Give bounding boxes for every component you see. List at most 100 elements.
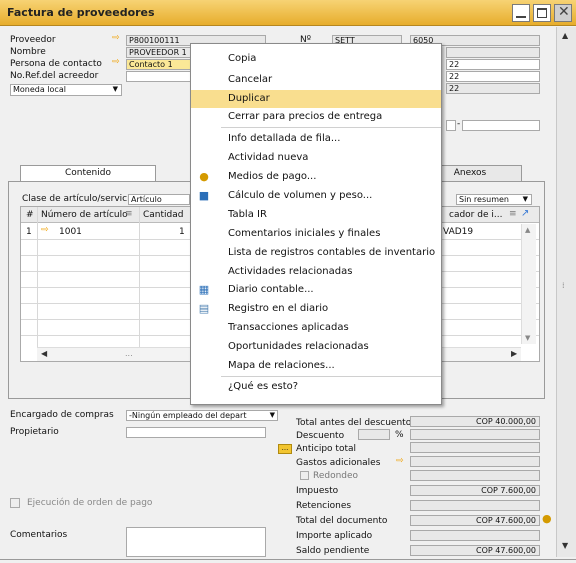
table-cell-item[interactable]: 1001	[59, 227, 82, 237]
menu-item-mapa-relaciones[interactable]: Mapa de relaciones...	[191, 357, 441, 375]
total-doc-label: Total del documento	[296, 516, 388, 526]
expand-icon[interactable]: ↗	[521, 208, 529, 219]
close-icon: ✕	[558, 4, 570, 20]
menu-item-transacciones[interactable]: Transacciones aplicadas	[191, 319, 441, 337]
date-field-2[interactable]: 22	[446, 71, 540, 82]
pct-label: %	[395, 430, 404, 440]
moneda-select[interactable]: Moneda local ▼	[10, 84, 122, 96]
table-vscrollbar[interactable]: ▲ ▼	[521, 224, 536, 344]
menu-separator	[221, 127, 441, 128]
menu-item-oportunidades[interactable]: Oportunidades relacionadas	[191, 338, 441, 356]
anticipo-label: Anticipo total	[296, 444, 356, 454]
menu-item-cancelar[interactable]: Cancelar	[191, 71, 441, 89]
tab-contenido[interactable]: Contenido	[20, 165, 156, 182]
status-field[interactable]	[446, 47, 540, 58]
coins-icon[interactable]: ●	[542, 512, 552, 525]
descuento-label: Descuento	[296, 431, 345, 441]
menu-item-cerrar-precios[interactable]: Cerrar para precios de entrega	[191, 108, 441, 126]
range-field-from[interactable]	[446, 120, 456, 131]
saldo-field[interactable]: COP 47.600,00	[410, 545, 540, 556]
gastos-link-arrow-icon[interactable]: ⇨	[396, 456, 404, 466]
minimize-icon	[516, 16, 526, 18]
redondeo-field[interactable]	[410, 470, 540, 481]
maximize-button[interactable]	[533, 4, 551, 22]
bottom-border	[0, 559, 576, 560]
item-link-arrow-icon[interactable]: ⇨	[41, 225, 49, 235]
menu-item-comentarios[interactable]: Comentarios iniciales y finales	[191, 225, 441, 243]
retenciones-label: Retenciones	[296, 501, 352, 511]
proveedor-link-arrow-icon[interactable]: ⇨	[112, 33, 120, 43]
comentarios-textarea[interactable]	[126, 527, 266, 557]
comentarios-label: Comentarios	[10, 530, 68, 540]
anticipo-dots-button[interactable]: ...	[278, 444, 292, 454]
descuento-pct-field[interactable]	[358, 429, 390, 440]
col-quantity[interactable]: Cantidad	[143, 210, 183, 220]
noref-label: No.Ref.del acreedor	[10, 71, 99, 81]
range-dash: -	[457, 119, 461, 129]
anticipo-field[interactable]	[410, 442, 540, 453]
table-scroll-dots: ...	[125, 349, 133, 358]
descuento-field[interactable]	[410, 429, 540, 440]
col-hash: #	[26, 210, 34, 220]
menu-item-medios-pago[interactable]: Medios de pago...	[191, 168, 441, 186]
close-button[interactable]: ✕	[554, 4, 572, 22]
redondeo-label: Redondeo	[313, 471, 359, 481]
gastos-field[interactable]	[410, 456, 540, 467]
impuesto-field[interactable]: COP 7.600,00	[410, 485, 540, 496]
menu-item-info-detallada[interactable]: Info detallada de fila...	[191, 130, 441, 148]
total-antes-field[interactable]: COP 40.000,00	[410, 416, 540, 427]
table-cell-qty[interactable]: 1	[179, 227, 185, 237]
total-antes-label: Total antes del descuento	[296, 418, 412, 428]
contacto-label: Persona de contacto	[10, 59, 102, 69]
table-scroll-down-icon[interactable]: ▼	[525, 334, 530, 342]
menu-item-duplicar[interactable]: Duplicar	[191, 90, 441, 108]
table-cell-tax[interactable]: VAD19	[443, 227, 473, 237]
table-scroll-up-icon[interactable]: ▲	[525, 226, 530, 234]
context-menu: Copia Cancelar Duplicar Cerrar para prec…	[190, 43, 442, 405]
retenciones-field[interactable]	[410, 500, 540, 511]
redondeo-checkbox[interactable]	[300, 471, 309, 480]
clase-select[interactable]: Artículo	[128, 194, 190, 205]
table-scroll-right-icon[interactable]: ▶	[511, 349, 517, 358]
propietario-field[interactable]	[126, 427, 266, 438]
total-doc-field[interactable]: COP 47.600,00	[410, 515, 540, 526]
resumen-select[interactable]: Sin resumen ▼	[456, 194, 532, 205]
col-item-number[interactable]: Número de artículo	[41, 210, 128, 220]
ejecucion-label: Ejecución de orden de pago	[27, 498, 153, 508]
nombre-label: Nombre	[10, 47, 46, 57]
col-tax-indicator[interactable]: cador de i...	[449, 210, 502, 220]
contacto-link-arrow-icon[interactable]: ⇨	[112, 57, 120, 67]
table-scroll-left-icon[interactable]: ◀	[41, 349, 47, 358]
menu-item-tabla-ir[interactable]: Tabla IR	[191, 206, 441, 224]
column-sort-icon-2[interactable]: ≡	[509, 209, 517, 219]
scroll-down-icon[interactable]: ▼	[562, 541, 568, 550]
menu-separator-2	[221, 376, 441, 377]
main-scrollbar[interactable]: ▲ ⁞ ▼	[556, 27, 576, 557]
date-field-3[interactable]: 22	[446, 83, 540, 94]
encargado-select[interactable]: -Ningún empleado del depart ▼	[126, 410, 278, 421]
menu-item-que-es-esto[interactable]: ¿Qué es esto?	[191, 378, 441, 396]
scroll-grip-icon: ⁞	[562, 281, 565, 290]
menu-item-calculo-volumen[interactable]: Cálculo de volumen y peso...	[191, 187, 441, 205]
minimize-button[interactable]	[512, 4, 530, 22]
resumen-value: Sin resumen	[459, 195, 509, 204]
saldo-label: Saldo pendiente	[296, 546, 370, 556]
range-field-to[interactable]	[462, 120, 540, 131]
scroll-up-icon[interactable]: ▲	[562, 31, 568, 40]
ejecucion-checkbox[interactable]	[10, 498, 20, 508]
column-sort-icon[interactable]: ≡	[125, 209, 133, 219]
encargado-chevron-down-icon: ▼	[269, 411, 275, 419]
menu-item-registro-diario[interactable]: Registro en el diario	[191, 300, 441, 318]
menu-item-actividades-relacionadas[interactable]: Actividades relacionadas	[191, 263, 441, 281]
date-field-1[interactable]: 22	[446, 59, 540, 70]
table-row-number: 1	[26, 227, 32, 237]
importe-field[interactable]	[410, 530, 540, 541]
window-title: Factura de proveedores	[7, 6, 155, 19]
menu-item-actividad-nueva[interactable]: Actividad nueva	[191, 149, 441, 167]
menu-item-diario-contable[interactable]: Diario contable...	[191, 281, 441, 299]
menu-item-copia[interactable]: Copia	[191, 50, 441, 68]
encargado-value: -Ningún empleado del depart	[129, 411, 247, 420]
menu-item-lista-registros[interactable]: Lista de registros contables de inventar…	[191, 244, 441, 262]
moneda-value: Moneda local	[13, 85, 66, 94]
maximize-icon	[537, 8, 547, 18]
